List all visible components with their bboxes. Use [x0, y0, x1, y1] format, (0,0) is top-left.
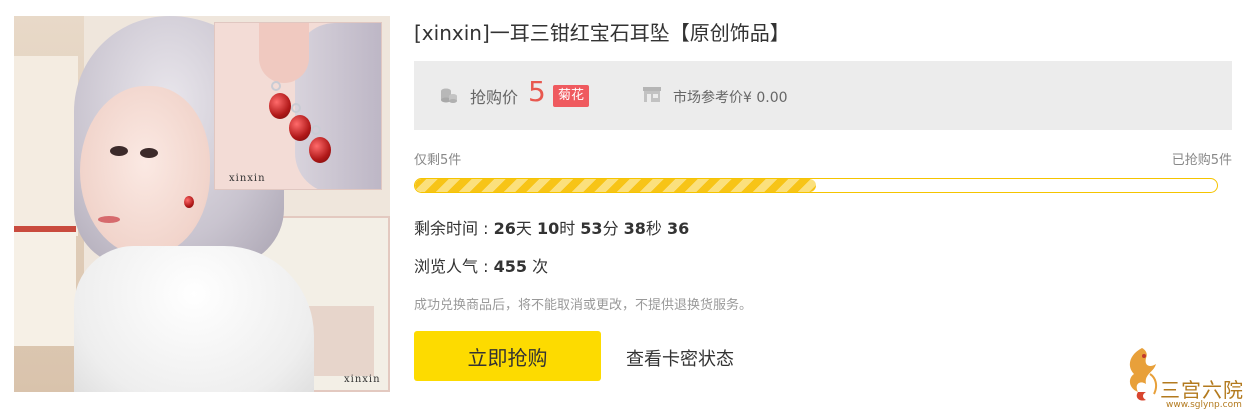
countdown-hours: 10 [536, 219, 560, 238]
shop-icon [643, 87, 661, 102]
image-inset-earring: xinxin [214, 22, 382, 190]
earring-ring [271, 81, 281, 91]
image-poster-left [14, 56, 78, 236]
check-card-status-link[interactable]: 查看卡密状态 [626, 345, 734, 371]
coin-stack-icon [441, 88, 457, 103]
image-body [74, 246, 314, 392]
countdown-ticks: 36 [667, 219, 690, 238]
market-price-value: ¥ 0.00 [743, 90, 788, 106]
image-poster-red [14, 226, 76, 346]
countdown-minutes-unit: 分 [602, 219, 624, 238]
product-title: [xinxin]一耳三钳红宝石耳坠【原创饰品】 [414, 21, 790, 45]
countdown-seconds: 38 [623, 219, 646, 238]
earring-stone [269, 93, 291, 119]
image-eye [140, 148, 158, 158]
countdown-days: 26 [493, 219, 516, 238]
product-image[interactable]: xinxin xinxin [14, 16, 390, 392]
earring-ring [291, 103, 301, 113]
countdown-minutes: 53 [580, 219, 603, 238]
market-price: 市场参考价¥ 0.00 [673, 87, 788, 107]
inset-watermark: xinxin [229, 173, 266, 184]
stock-progress-fill [415, 179, 816, 192]
views-label: 浏览人气 : [414, 257, 494, 276]
countdown-label: 剩余时间 : [414, 219, 494, 238]
exchange-notice: 成功兑换商品后，将不能取消或更改，不提供退换货服务。 [414, 298, 753, 313]
price-label: 抢购价 [470, 88, 519, 107]
phoenix-logo-icon [1129, 348, 1158, 401]
image-face [80, 86, 210, 256]
market-price-label: 市场参考价 [673, 90, 743, 106]
countdown-days-unit: 天 [515, 219, 537, 238]
views-unit: 次 [526, 257, 549, 276]
image-watermark: xinxin [344, 374, 381, 385]
earring-stone [289, 115, 311, 141]
price-panel: 抢购价 5 菊花 市场参考价¥ 0.00 [414, 61, 1232, 130]
site-logo: 三宫六院 www.sglynp.com [1120, 344, 1244, 414]
countdown-hours-unit: 时 [559, 219, 581, 238]
price-value: 5 [528, 75, 546, 108]
view-count: 浏览人气 : 455 次 [414, 253, 548, 277]
earring-ring [311, 125, 321, 135]
image-eye [110, 146, 128, 156]
image-lip [98, 216, 120, 223]
earring-stone [309, 137, 331, 163]
countdown-seconds-unit: 秒 [645, 219, 668, 238]
sold-count: 已抢购5件 [1171, 153, 1232, 168]
inset-ear [259, 23, 309, 83]
logo-name: 三宫六院 [1160, 378, 1244, 402]
currency-badge: 菊花 [553, 85, 590, 107]
buy-now-button[interactable]: 立即抢购 [414, 331, 601, 381]
stock-progress-bar [414, 178, 1218, 193]
views-number: 455 [493, 257, 527, 276]
countdown-timer: 剩余时间 : 26天 10时 53分 38秒 36 [414, 215, 689, 239]
earring-stone [184, 196, 194, 208]
logo-url: www.sglynp.com [1166, 400, 1242, 410]
remaining-stock: 仅剩5件 [414, 153, 462, 168]
